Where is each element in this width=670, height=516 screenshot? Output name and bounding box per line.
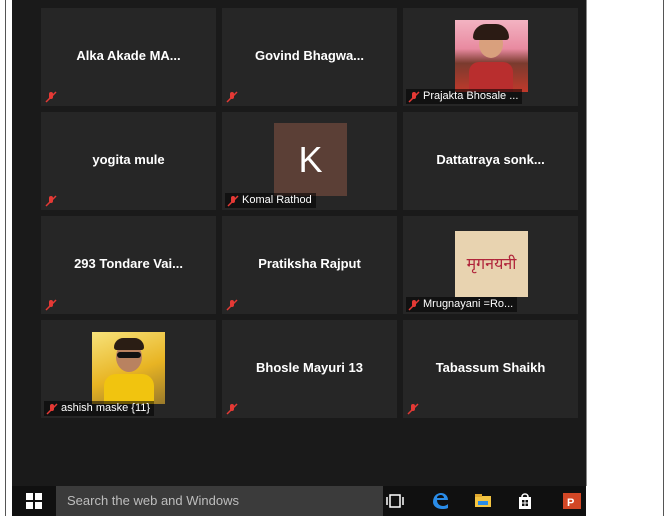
file-explorer-icon[interactable]	[473, 491, 493, 511]
muted-mic-icon	[46, 402, 58, 415]
participant-tile[interactable]: Tabassum Shaikh	[403, 320, 578, 418]
participant-tile[interactable]: yogita mule	[41, 112, 216, 210]
left-border	[5, 0, 6, 516]
participant-name: Tabassum Shaikh	[435, 360, 546, 375]
muted-mic-icon	[227, 194, 239, 207]
participant-tile[interactable]: Dattatraya sonk...	[403, 112, 578, 210]
muted-mic-icon	[45, 91, 57, 103]
muted-mic-icon	[226, 403, 238, 415]
participant-tile[interactable]: Govind Bhagwa...	[222, 8, 397, 106]
powerpoint-icon[interactable]: P	[562, 491, 582, 511]
panel-divider	[586, 0, 587, 486]
svg-text:P: P	[567, 497, 574, 509]
participant-name: Mrugnayani =Ro...	[423, 298, 514, 310]
participant-name: Komal Rathod	[242, 194, 312, 206]
muted-mic-icon	[45, 195, 57, 207]
participant-label: Mrugnayani =Ro...	[406, 297, 518, 312]
participant-photo	[455, 20, 528, 92]
participant-photo	[92, 332, 165, 404]
muted-mic-icon	[226, 299, 238, 311]
participant-tile[interactable]: 293 Tondare Vai...	[41, 216, 216, 314]
participant-tile[interactable]: मृगनयनी Mrugnayani =Ro...	[403, 216, 578, 314]
participant-name: Govind Bhagwa...	[254, 48, 365, 63]
participant-name: 293 Tondare Vai...	[74, 256, 183, 271]
participant-tile[interactable]: Prajakta Bhosale ...	[403, 8, 578, 106]
participant-tile[interactable]: Bhosle Mayuri 13	[222, 320, 397, 418]
participant-label: ashish maske {11}	[44, 401, 155, 416]
avatar-letter: K	[274, 123, 347, 196]
participant-name: Pratiksha Rajput	[258, 256, 361, 271]
participant-tile[interactable]: ashish maske {11}	[41, 320, 216, 418]
taskbar-search-input[interactable]: Search the web and Windows	[56, 486, 383, 516]
participant-tile[interactable]: K Komal Rathod	[222, 112, 397, 210]
participant-name: Alka Akade MA...	[76, 48, 181, 63]
participant-name: ashish maske {11}	[61, 402, 151, 414]
gallery-view: Alka Akade MA... Govind Bhagwa... Prajak…	[12, 0, 586, 486]
muted-mic-icon	[407, 403, 419, 415]
task-view-icon[interactable]	[385, 491, 405, 511]
muted-mic-icon	[408, 298, 420, 311]
muted-mic-icon	[45, 299, 57, 311]
participant-label: Komal Rathod	[225, 193, 316, 208]
windows-taskbar: Search the web and Windows P	[12, 486, 586, 516]
participant-name: Bhosle Mayuri 13	[256, 360, 363, 375]
participant-name: Dattatraya sonk...	[436, 152, 545, 167]
participant-tile[interactable]: Pratiksha Rajput	[222, 216, 397, 314]
windows-start-icon[interactable]	[26, 493, 42, 509]
store-icon[interactable]	[515, 491, 535, 511]
screen: Alka Akade MA... Govind Bhagwa... Prajak…	[0, 0, 670, 516]
muted-mic-icon	[408, 90, 420, 103]
muted-mic-icon	[226, 91, 238, 103]
edge-icon[interactable]	[430, 491, 450, 511]
participant-label: Prajakta Bhosale ...	[406, 89, 523, 104]
calligraphy-avatar: मृगनयनी	[455, 231, 528, 297]
participant-tile[interactable]: Alka Akade MA...	[41, 8, 216, 106]
right-border	[663, 0, 664, 516]
participant-name: yogita mule	[92, 152, 165, 167]
participant-name: Prajakta Bhosale ...	[423, 90, 519, 102]
